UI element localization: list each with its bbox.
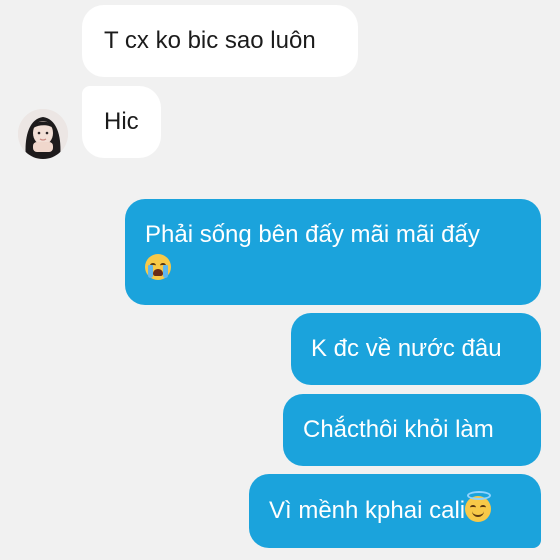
message-text: Chắcthôi khỏi làm — [303, 416, 494, 443]
contact-avatar-image — [18, 109, 68, 159]
message-bubble-outgoing[interactable]: K đc về nước đâu — [291, 313, 541, 385]
message-bubble-outgoing[interactable]: Phải sống bên đấy mãi mãi đấy — [125, 199, 541, 305]
message-text: Phải sống bên đấy mãi mãi đấy — [145, 221, 480, 248]
message-text: Vì mềnh kphai cali — [269, 497, 466, 524]
loudly-crying-face-icon — [145, 254, 171, 280]
message-bubble-outgoing[interactable]: Vì mềnh kphai cali — [249, 474, 541, 548]
message-bubble-outgoing[interactable]: Chắcthôi khỏi làm — [283, 394, 541, 466]
message-bubble-incoming[interactable]: T cx ko bic sao luôn — [82, 5, 358, 77]
message-bubble-incoming[interactable]: Hic — [82, 86, 161, 158]
message-text: Hic — [104, 108, 139, 135]
avatar[interactable] — [18, 109, 68, 159]
smiling-face-with-halo-icon — [465, 491, 492, 522]
message-text: K đc về nước đâu — [311, 335, 502, 362]
chat-thread: T cx ko bic sao luôn Hic Phải sống bên đ… — [0, 0, 560, 560]
message-text: T cx ko bic sao luôn — [104, 27, 316, 54]
